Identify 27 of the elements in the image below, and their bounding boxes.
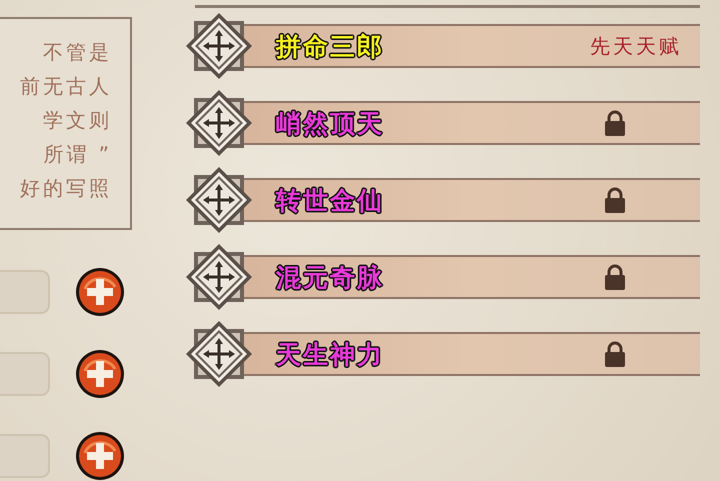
input-field[interactable] bbox=[0, 352, 50, 396]
plus-button[interactable] bbox=[75, 267, 125, 317]
cross-arrows-icon bbox=[185, 320, 253, 388]
plus-button[interactable] bbox=[75, 431, 125, 481]
talent-bar[interactable]: 天生神力 bbox=[241, 332, 700, 376]
talent-name: 转世金仙 bbox=[276, 184, 384, 216]
cross-arrows-icon bbox=[185, 166, 253, 234]
talent-tag: 先天天赋 bbox=[590, 32, 682, 60]
description-line: 所谓 ” bbox=[43, 141, 112, 168]
talent-name: 混元奇脉 bbox=[276, 262, 384, 294]
description-line: 学文则 bbox=[43, 107, 112, 134]
talent-bar[interactable]: 转世金仙 bbox=[241, 178, 700, 222]
description-line: 不管是 bbox=[43, 39, 112, 66]
talent-bar[interactable]: 混元奇脉 bbox=[241, 255, 700, 299]
talent-name: 天生神力 bbox=[276, 338, 384, 370]
description-line: 好的写照 bbox=[20, 175, 112, 202]
input-field[interactable] bbox=[0, 434, 50, 478]
cross-arrows-icon bbox=[185, 243, 253, 311]
talent-bar[interactable]: 峭然顶天 bbox=[241, 101, 700, 145]
input-field[interactable] bbox=[0, 270, 50, 314]
talent-bar[interactable]: 拼命三郎 先天天赋 bbox=[241, 24, 700, 68]
cross-arrows-icon bbox=[185, 12, 253, 80]
talent-name: 拼命三郎 bbox=[276, 30, 384, 62]
description-line: 前无古人 bbox=[20, 73, 112, 100]
cross-arrows-icon bbox=[185, 89, 253, 157]
plus-button[interactable] bbox=[75, 349, 125, 399]
talent-name: 峭然顶天 bbox=[276, 108, 384, 140]
